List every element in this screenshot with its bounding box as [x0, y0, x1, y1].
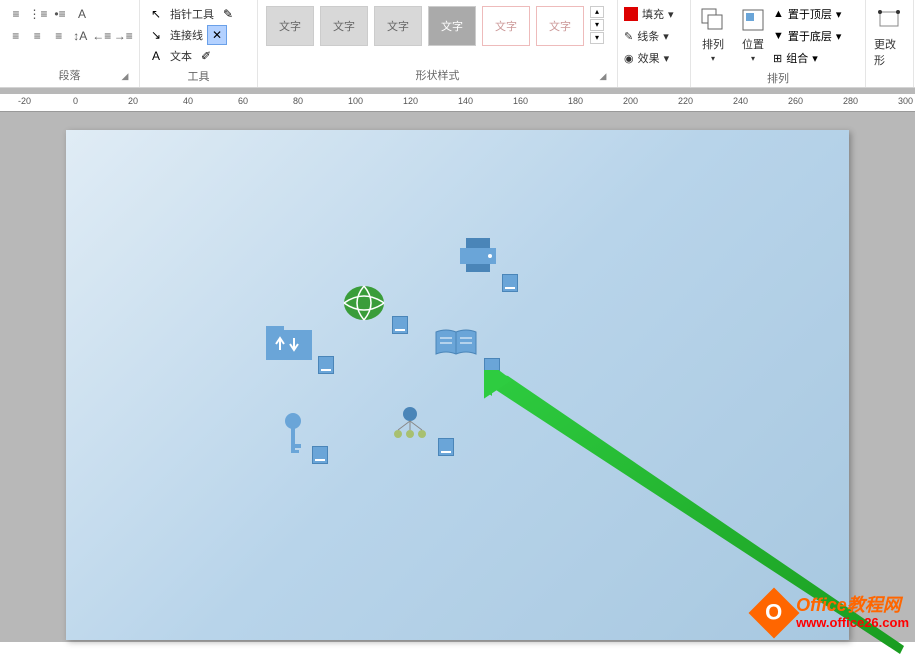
ruler-tick: 220: [678, 96, 693, 106]
indent-increase-icon[interactable]: →≡: [114, 26, 134, 46]
page[interactable]: [66, 130, 849, 640]
pointer-tool-icon[interactable]: ↖: [146, 4, 166, 24]
bring-front-button[interactable]: ▲ 置于顶层▾: [773, 4, 841, 24]
ruler-tick: -20: [18, 96, 31, 106]
watermark: O Office教程网 www.office26.com: [756, 595, 909, 631]
ruler-area: -20 0 20 40 60 80 100 120 140 160 180 20…: [0, 88, 915, 112]
align-left-icon[interactable]: ≡: [6, 4, 26, 24]
ruler-tick: 20: [128, 96, 138, 106]
arrange-button[interactable]: 排列▾: [697, 2, 729, 68]
ruler-tick: 200: [623, 96, 638, 106]
group-shape-styles: 文字 文字 文字 文字 文字 文字 ▴▾▾ 形状样式 ◢: [258, 0, 618, 87]
group-label-arrange: 排列: [697, 68, 859, 88]
shape-server-1[interactable]: [502, 274, 518, 292]
group-arrange: 排列▾ 位置▾ ▲ 置于顶层▾ ▼ 置于底层▾: [690, 0, 866, 87]
bullet-list-icon[interactable]: •≡: [50, 4, 70, 24]
paragraph-launcher-icon[interactable]: ◢: [119, 71, 131, 83]
edit-shape-button[interactable]: 更改形: [872, 2, 907, 85]
text-tool-label: 文本: [170, 48, 192, 64]
shape-globe[interactable]: [342, 284, 386, 325]
ruler-tick: 120: [403, 96, 418, 106]
ruler-tick: 80: [293, 96, 303, 106]
ruler-tick: 240: [733, 96, 748, 106]
shape-preset-2[interactable]: 文字: [320, 6, 368, 46]
shape-server-4[interactable]: [484, 358, 500, 376]
arrange-icon: [699, 6, 727, 34]
ruler-tick: 140: [458, 96, 473, 106]
shape-network[interactable]: [390, 406, 430, 443]
ruler-tick: 60: [238, 96, 248, 106]
align-right-icon[interactable]: ≡: [49, 26, 69, 46]
position-button[interactable]: 位置▾: [737, 2, 769, 68]
connector-tool-label: 连接线: [170, 27, 203, 43]
align-left-icon[interactable]: ≡: [6, 26, 26, 46]
line-button[interactable]: ✎ 线条▾: [624, 26, 684, 46]
bring-front-icon: ▲: [773, 8, 784, 20]
ruler-tick: 300: [898, 96, 913, 106]
watermark-logo-icon: O: [749, 588, 800, 639]
horizontal-ruler[interactable]: -20 0 20 40 60 80 100 120 140 160 180 20…: [0, 94, 915, 112]
group-paragraph: ≡ ⋮≡ •≡ A ≡ ≡ ≡ ↕A ←≡ →≡ 段落 ◢: [0, 0, 140, 87]
shape-server-6[interactable]: [438, 438, 454, 456]
send-back-icon: ▼: [773, 30, 784, 42]
shape-key[interactable]: [282, 412, 304, 459]
shape-preset-1[interactable]: 文字: [266, 6, 314, 46]
shape-folder[interactable]: [266, 326, 312, 363]
font-size-icon[interactable]: A: [72, 4, 92, 24]
shape-server-3[interactable]: [318, 356, 334, 374]
connector-tool-icon[interactable]: ↘: [146, 25, 166, 45]
shape-preset-6[interactable]: 文字: [536, 6, 584, 46]
shape-server-5[interactable]: [312, 446, 328, 464]
pointer-tool-label: 指针工具: [170, 6, 214, 22]
group-label-shape-styles: 形状样式 ◢: [264, 65, 611, 85]
close-tool-icon[interactable]: ✕: [207, 25, 227, 45]
ruler-tick: 160: [513, 96, 528, 106]
group-fill: 填充▾ ✎ 线条▾ ◉ 效果▾: [618, 0, 690, 87]
ruler-tick: 180: [568, 96, 583, 106]
group-tools: ↖ 指针工具 ✎ ↘ 连接线 ✕ A 文本 ✐ 工具: [140, 0, 258, 87]
group-label-paragraph: 段落 ◢: [6, 65, 133, 85]
indent-decrease-icon[interactable]: ←≡: [92, 26, 112, 46]
canvas-area[interactable]: [0, 112, 915, 642]
numbered-list-icon[interactable]: ⋮≡: [28, 4, 48, 24]
watermark-url: www.office26.com: [796, 616, 909, 630]
eyedropper-icon[interactable]: ✐: [196, 46, 216, 66]
shape-book[interactable]: [434, 328, 478, 361]
ruler-tick: 100: [348, 96, 363, 106]
shape-preset-4[interactable]: 文字: [428, 6, 476, 46]
ruler-tick: 40: [183, 96, 193, 106]
group-icon: ⊞: [773, 52, 782, 65]
effect-icon: ◉: [624, 52, 634, 65]
shape-preset-5[interactable]: 文字: [482, 6, 530, 46]
text-tool-icon[interactable]: A: [146, 46, 166, 66]
fill-button[interactable]: 填充▾: [624, 4, 684, 24]
gallery-more-icon[interactable]: ▴▾▾: [590, 6, 604, 44]
group-editshape: 更改形: [866, 0, 914, 87]
shape-printer[interactable]: [458, 238, 498, 277]
group-button[interactable]: ⊞ 组合▾: [773, 48, 841, 68]
group-label-tools: 工具: [146, 66, 251, 86]
line-icon: ✎: [624, 30, 633, 43]
shape-preset-3[interactable]: 文字: [374, 6, 422, 46]
ruler-tick: 260: [788, 96, 803, 106]
ribbon: ≡ ⋮≡ •≡ A ≡ ≡ ≡ ↕A ←≡ →≡ 段落 ◢ ↖ 指针工具: [0, 0, 915, 88]
position-icon: [739, 6, 767, 34]
effect-button[interactable]: ◉ 效果▾: [624, 48, 684, 68]
align-center-icon[interactable]: ≡: [28, 26, 48, 46]
format-painter-icon[interactable]: ✎: [218, 4, 238, 24]
watermark-title: Office教程网: [796, 596, 909, 616]
fill-color-icon: [624, 7, 638, 21]
ruler-tick: 280: [843, 96, 858, 106]
ruler-tick: 0: [73, 96, 78, 106]
shape-styles-launcher-icon[interactable]: ◢: [597, 71, 609, 83]
edit-shape-icon: [876, 6, 904, 34]
line-spacing-icon[interactable]: ↕A: [71, 26, 91, 46]
shape-server-2[interactable]: [392, 316, 408, 334]
send-back-button[interactable]: ▼ 置于底层▾: [773, 26, 841, 46]
